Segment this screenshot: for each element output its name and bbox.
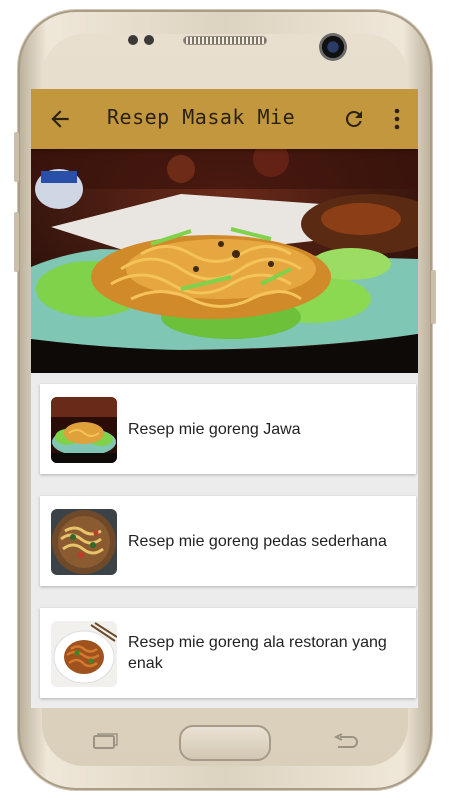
app-bar: Resep Masak Mie (31, 89, 418, 149)
proximity-sensor (128, 35, 138, 45)
arrow-back-icon[interactable] (47, 106, 73, 132)
list-item[interactable]: Resep mie goreng ala restoran yang enak (40, 608, 416, 698)
earpiece-speaker (183, 36, 267, 45)
more-vert-icon[interactable] (393, 107, 401, 131)
refresh-icon[interactable] (342, 107, 366, 131)
mie-goreng-jawa-photo (51, 397, 117, 463)
app-title: Resep Masak Mie (107, 105, 296, 129)
recipe-title: Resep mie goreng Jawa (128, 420, 301, 438)
volume-button (14, 132, 19, 182)
app-screen: Resep Masak Mie Resep mie goreng Jawa Re… (31, 89, 418, 708)
recent-apps-icon[interactable] (90, 733, 120, 751)
power-button (431, 270, 436, 324)
front-camera (319, 33, 347, 61)
mie-goreng-restoran-photo (51, 621, 117, 687)
list-item[interactable]: Resep mie goreng Jawa (40, 384, 416, 474)
light-sensor (144, 35, 154, 45)
mie-goreng-pedas-photo (51, 509, 117, 575)
recipe-title: Resep mie goreng ala restoran yang enak (128, 634, 387, 672)
hero-image (31, 149, 418, 373)
back-key-icon[interactable] (330, 733, 360, 751)
home-button[interactable] (179, 725, 271, 761)
recipe-title: Resep mie goreng pedas sederhana (128, 532, 387, 550)
list-item[interactable]: Resep mie goreng pedas sederhana (40, 496, 416, 586)
volume-button-lower (14, 212, 19, 272)
